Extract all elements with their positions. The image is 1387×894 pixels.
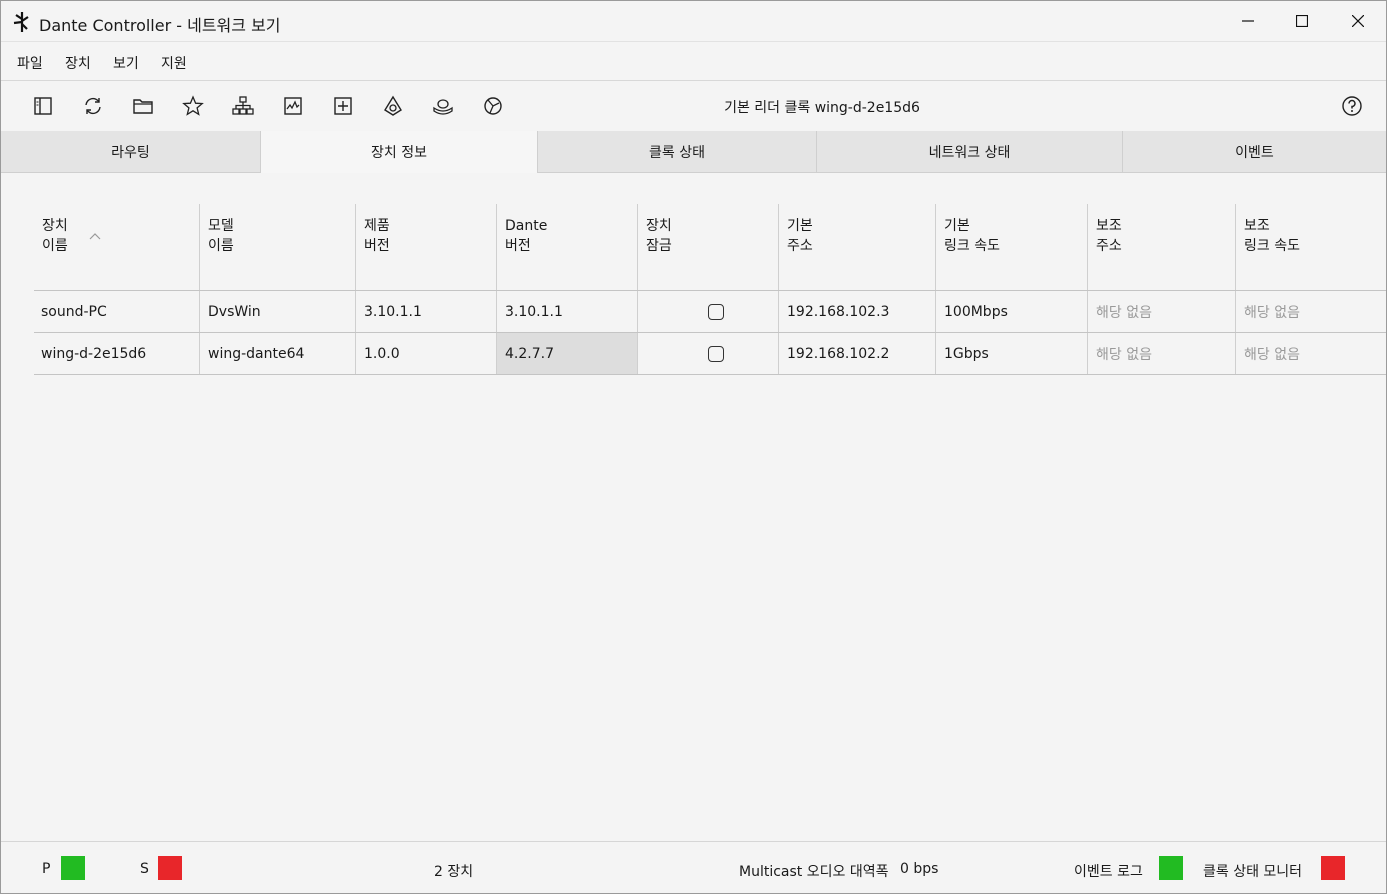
dante-logo-icon <box>13 12 29 32</box>
clock-monitor-label: 클록 상태 모니터 <box>1203 864 1303 880</box>
refresh-icon[interactable] <box>82 95 104 117</box>
tab-device-info[interactable]: 장치 정보 <box>261 131 538 173</box>
product-version-cell: 1.0.0 <box>364 345 400 362</box>
primary-link-speed-cell: 1Gbps <box>944 345 989 362</box>
column-header-secondary-address[interactable]: 보조 주소 <box>1088 204 1235 291</box>
device-name-cell[interactable]: wing-d-2e15d6 <box>34 333 199 374</box>
device-count: 2 장치 <box>434 864 474 880</box>
secondary-link-speed-cell: 해당 없음 <box>1244 304 1300 321</box>
column-header-line2: 주소 <box>1096 238 1122 254</box>
device-lock-checkbox[interactable] <box>708 303 724 320</box>
tab-clock-status[interactable]: 클록 상태 <box>538 131 817 172</box>
device-lock-checkbox[interactable] <box>708 345 724 362</box>
star-icon[interactable] <box>182 95 204 117</box>
column-header-device-name[interactable]: 장치 이름 <box>34 204 199 291</box>
primary-address-cell: 192.168.102.2 <box>787 345 890 362</box>
tab-network-status[interactable]: 네트워크 상태 <box>817 131 1123 172</box>
column-header-line1: Dante <box>505 218 548 234</box>
menu-view[interactable]: 보기 <box>113 53 139 73</box>
close-button[interactable] <box>1331 1 1385 41</box>
multicast-bandwidth-value: 0 bps <box>900 861 939 877</box>
clock-monitor-indicator[interactable] <box>1321 856 1345 880</box>
column-header-line2: 이름 <box>42 238 68 254</box>
event-log-indicator[interactable] <box>1159 856 1183 880</box>
leader-clock-label: 기본 리더 클록 wing-d-2e15d6 <box>724 100 920 116</box>
minimize-icon <box>1242 20 1254 22</box>
device-lock-cell <box>638 291 778 332</box>
close-icon <box>1352 15 1364 27</box>
secondary-address-cell: 해당 없음 <box>1096 304 1152 321</box>
event-log-label: 이벤트 로그 <box>1074 864 1143 880</box>
secondary-address-cell: 해당 없음 <box>1096 346 1152 363</box>
column-header-line2: 주소 <box>787 238 813 254</box>
tab-events[interactable]: 이벤트 <box>1123 131 1386 172</box>
column-header-line1: 모델 <box>208 218 234 234</box>
column-header-line1: 장치 <box>42 218 68 234</box>
primary-network-indicator[interactable] <box>61 856 85 880</box>
model-name-cell: DvsWin <box>208 303 261 320</box>
menu-file[interactable]: 파일 <box>17 53 43 73</box>
network-tree-icon[interactable] <box>232 95 254 117</box>
column-header-product-version[interactable]: 제품 버전 <box>356 204 496 291</box>
column-header-line1: 기본 <box>787 218 813 234</box>
column-header-device-lock[interactable]: 장치 잠금 <box>638 204 778 291</box>
maximize-icon <box>1296 15 1308 27</box>
sidebar-icon[interactable] <box>32 95 54 117</box>
column-header-line1: 보조 <box>1096 218 1122 234</box>
status-bar: P S 2 장치 Multicast 오디오 대역폭 0 bps 이벤트 로그 … <box>1 841 1386 894</box>
column-header-secondary-link-speed[interactable]: 보조 링크 속도 <box>1236 204 1386 291</box>
column-header-line2: 버전 <box>505 238 531 254</box>
column-header-line2: 잠금 <box>646 238 672 254</box>
menu-help[interactable]: 지원 <box>161 53 187 73</box>
column-header-line2: 링크 속도 <box>944 238 1000 254</box>
product-version-cell: 3.10.1.1 <box>364 303 422 320</box>
column-header-line1: 장치 <box>646 218 672 234</box>
column-header-line2: 이름 <box>208 238 234 254</box>
column-header-line1: 제품 <box>364 218 390 234</box>
dante-version-cell[interactable]: 4.2.7.7 <box>497 333 637 374</box>
column-header-line1: 기본 <box>944 218 970 234</box>
menu-device[interactable]: 장치 <box>65 53 91 73</box>
help-icon[interactable] <box>1341 95 1363 117</box>
menu-bar: 파일 장치 보기 지원 <box>1 41 1386 81</box>
add-icon[interactable] <box>332 95 354 117</box>
column-header-dante-version[interactable]: Dante 버전 <box>497 204 637 291</box>
secondary-network-indicator[interactable] <box>158 856 182 880</box>
model-name-cell: wing-dante64 <box>208 345 305 362</box>
secondary-link-speed-cell: 해당 없음 <box>1244 346 1300 363</box>
column-header-model-name[interactable]: 모델 이름 <box>200 204 355 291</box>
dante-version-cell: 3.10.1.1 <box>505 303 563 320</box>
column-header-primary-link-speed[interactable]: 기본 링크 속도 <box>936 204 1087 291</box>
maximize-button[interactable] <box>1275 1 1329 41</box>
secondary-network-label: S <box>140 861 149 877</box>
dante-diamond-icon[interactable] <box>382 95 404 117</box>
column-header-line2: 링크 속도 <box>1244 238 1300 254</box>
window-title: Dante Controller - 네트워크 보기 <box>39 16 281 35</box>
primary-address-cell: 192.168.102.3 <box>787 303 890 320</box>
device-name-cell[interactable]: sound-PC <box>34 291 199 332</box>
clock-stack-icon[interactable] <box>432 95 454 117</box>
folder-icon[interactable] <box>132 95 154 117</box>
leader-clock-info: 기본 리더 클록 wing-d-2e15d6 <box>1 97 1387 117</box>
multicast-bandwidth-label: Multicast 오디오 대역폭 <box>739 864 889 880</box>
device-lock-cell <box>638 333 778 374</box>
column-header-primary-address[interactable]: 기본 주소 <box>779 204 935 291</box>
column-header-line1: 보조 <box>1244 218 1270 234</box>
column-header-line2: 버전 <box>364 238 390 254</box>
sort-ascending-icon <box>89 233 101 240</box>
primary-network-label: P <box>42 861 51 877</box>
domain-globe-icon[interactable] <box>482 95 504 117</box>
tab-routing[interactable]: 라우팅 <box>1 131 261 172</box>
minimize-button[interactable] <box>1221 1 1275 41</box>
app-window: Dante Controller - 네트워크 보기 파일 장치 보기 지원 기… <box>0 0 1387 894</box>
toolbar: 기본 리더 클록 wing-d-2e15d6 <box>1 80 1386 130</box>
primary-link-speed-cell: 100Mbps <box>944 303 1008 320</box>
title-bar: Dante Controller - 네트워크 보기 <box>1 1 1386 41</box>
tab-bar: 라우팅 장치 정보 클록 상태 네트워크 상태 이벤트 <box>1 131 1386 173</box>
monitor-icon[interactable] <box>282 95 304 117</box>
row-divider <box>34 374 1386 375</box>
